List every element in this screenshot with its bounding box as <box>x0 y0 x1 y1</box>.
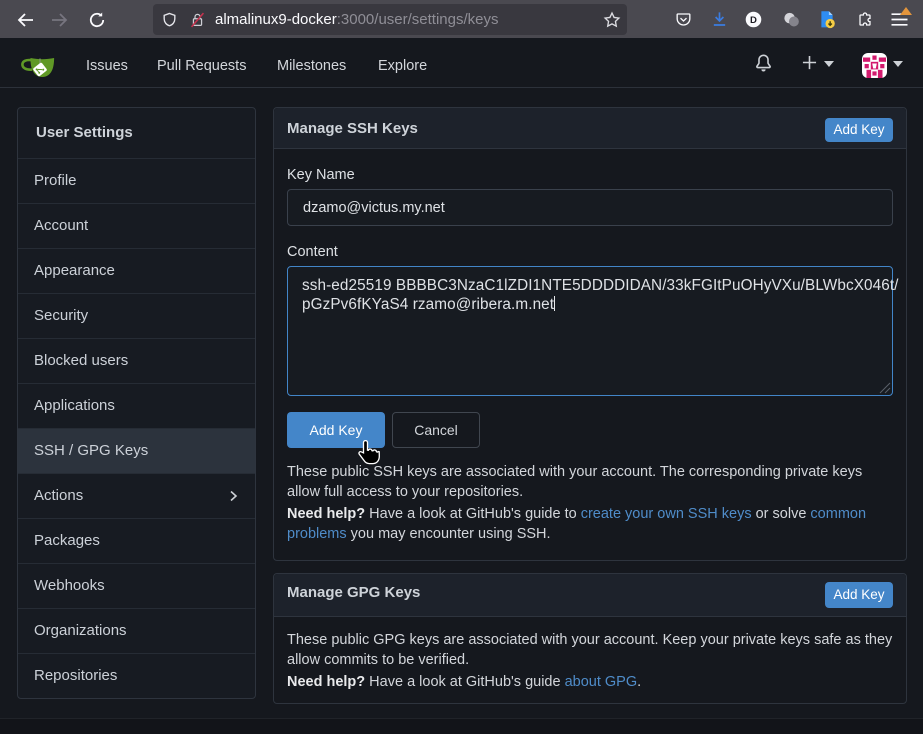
svg-text:D: D <box>750 15 757 26</box>
